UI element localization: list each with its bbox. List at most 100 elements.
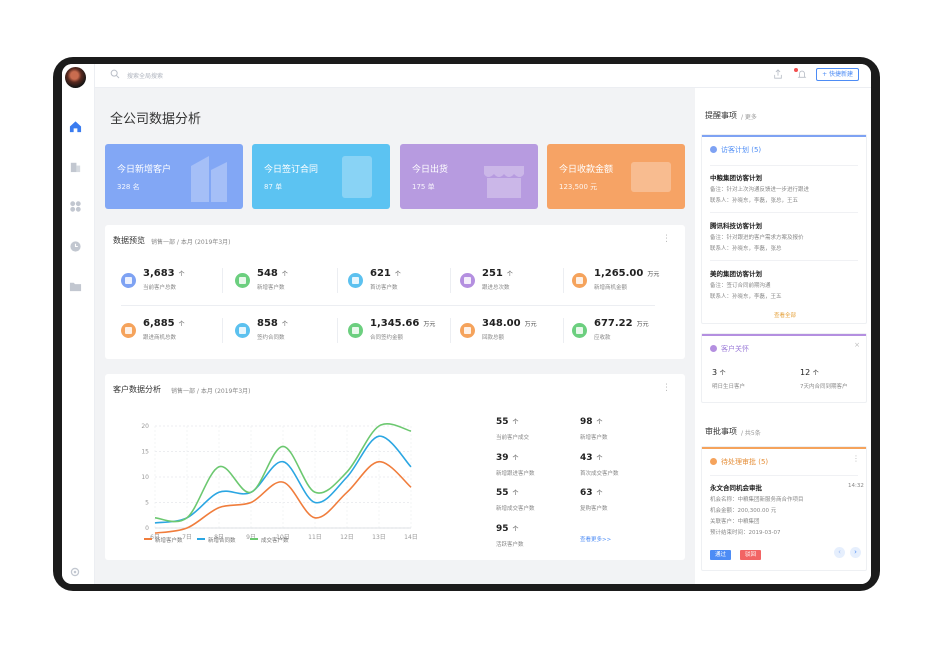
- stat-value: 677.22 万元: [594, 318, 649, 329]
- building-icon: [191, 156, 227, 202]
- app-screen: 搜索全局搜索 + 快捷新建 全公司数据分析 ▾ 今日新增客户 328 名 今日签…: [62, 64, 871, 584]
- folder-icon[interactable]: [68, 280, 82, 294]
- stat-icon: [235, 273, 250, 288]
- panel-subtitle: 销售一部 / 本月 (2019年3月): [151, 239, 231, 246]
- y-tick-label: 10: [141, 474, 149, 481]
- stat-label: 新增客户数: [257, 285, 285, 291]
- divider: [121, 305, 655, 306]
- building-icon[interactable]: [68, 160, 82, 174]
- stat-receivables[interactable]: 677.22 万元 应收款: [572, 318, 682, 348]
- search-icon[interactable]: [110, 69, 120, 82]
- stat-label: 合同签约金额: [370, 335, 404, 341]
- approve-button[interactable]: 通过: [710, 550, 732, 560]
- more-options-icon[interactable]: ⋮: [662, 234, 671, 244]
- stat-contract-amount[interactable]: 1,345.66 万元 合同签约金额: [348, 318, 456, 348]
- card-payments[interactable]: 今日收款金额 123,500 元: [547, 144, 685, 209]
- stat-label: 新增商机金额: [594, 285, 628, 291]
- y-tick-label: 15: [141, 449, 149, 456]
- clock-icon[interactable]: [68, 240, 82, 254]
- visit-item-title[interactable]: 中粮集团访客计划: [710, 172, 762, 182]
- y-tick-label: 20: [141, 423, 149, 430]
- stat-value: 348.00 万元: [482, 318, 537, 329]
- stat-contracts[interactable]: 858 个 签约合同数: [235, 318, 343, 348]
- visit-plan-header: 访客计划 (5): [710, 145, 761, 155]
- close-icon[interactable]: ×: [854, 341, 860, 349]
- view-all-link[interactable]: 查看全部: [774, 311, 796, 319]
- reminders-more-link[interactable]: / 更多: [741, 112, 757, 121]
- stat-value: 548 个: [257, 268, 288, 279]
- card-shipments[interactable]: 今日出货 175 单: [400, 144, 538, 209]
- sidebar: [62, 64, 95, 584]
- x-tick-label: 13日: [372, 534, 386, 541]
- stat-label: 首访客户数: [370, 285, 398, 291]
- card-signed-contracts[interactable]: 今日签订合同 87 单: [252, 144, 390, 209]
- visit-plan-card: 访客计划 (5) 中粮集团访客计划 备注：针对上次沟通反馈进一步进行跟进 联系人…: [701, 134, 867, 324]
- share-icon[interactable]: [773, 69, 783, 82]
- stat-value: 6,885 个: [143, 318, 185, 329]
- x-tick-label: 12日: [340, 534, 354, 541]
- avatar[interactable]: [65, 67, 86, 88]
- approval-time: 14:32: [848, 483, 864, 489]
- heart-icon: [710, 345, 717, 352]
- stat-value: 1,265.00 万元: [594, 268, 660, 279]
- stat-value: 251 个: [482, 268, 513, 279]
- stat-label: 跟进商机总数: [143, 335, 177, 341]
- panel-title: 数据预览: [113, 236, 145, 245]
- view-more-link[interactable]: 查看更多>>: [580, 535, 611, 543]
- settings-icon[interactable]: [68, 566, 82, 580]
- legend-item: 新增客户数: [144, 536, 183, 544]
- reject-button[interactable]: 驳回: [740, 550, 762, 560]
- stat-first-visit[interactable]: 621 个 首访客户数: [348, 268, 456, 298]
- card-title: 今日收款金额: [559, 165, 614, 175]
- x-tick-label: 11日: [308, 534, 322, 541]
- x-tick-label: 14日: [404, 534, 418, 541]
- calendar-icon: [710, 146, 717, 153]
- panel-title: 客户数据分析: [113, 385, 161, 394]
- divider: [563, 268, 564, 293]
- x-tick-label: 7日: [182, 534, 192, 541]
- chevron-left-icon[interactable]: ‹: [834, 547, 845, 558]
- card-value: 123,500 元: [559, 183, 598, 191]
- home-icon[interactable]: [68, 120, 82, 134]
- card-value: 175 单: [412, 183, 435, 191]
- divider: [337, 268, 338, 293]
- chevron-down-icon[interactable]: ▾: [195, 111, 199, 119]
- care-count: 12 个: [800, 368, 819, 377]
- stat-icon: [121, 273, 136, 288]
- approvals-count: / 共5条: [741, 430, 761, 437]
- apps-icon[interactable]: [68, 200, 82, 214]
- stat-value: 3,683 个: [143, 268, 185, 279]
- stat-payments[interactable]: 348.00 万元 回款总额: [460, 318, 568, 348]
- stat-icon: [121, 323, 136, 338]
- quick-create-button[interactable]: + 快捷新建: [816, 68, 859, 81]
- bell-icon[interactable]: [797, 69, 807, 82]
- card-title: 今日新增客户: [117, 165, 172, 175]
- stat-opportunities[interactable]: 6,885 个 跟进商机总数: [121, 318, 229, 348]
- stat-new-customers[interactable]: 548 个 新增客户数: [235, 268, 343, 298]
- search-input[interactable]: 搜索全局搜索: [127, 71, 163, 80]
- card-new-customers[interactable]: 今日新增客户 328 名: [105, 144, 243, 209]
- approval-item-title[interactable]: 永文合同机会审批: [710, 482, 762, 492]
- stat-icon: [572, 273, 587, 288]
- divider: [222, 318, 223, 343]
- stat-label: 签约合同数: [257, 335, 285, 341]
- stat-label: 应收款: [594, 335, 611, 341]
- more-options-icon[interactable]: ⋮: [852, 454, 860, 463]
- stat-icon: [348, 323, 363, 338]
- data-overview-panel: 数据预览 销售一部 / 本月 (2019年3月) ⋮ 3,683 个 当前客户总数…: [105, 225, 685, 359]
- reminders-title: 提醒事项: [705, 111, 737, 120]
- card-value: 87 单: [264, 183, 283, 191]
- device-frame: 搜索全局搜索 + 快捷新建 全公司数据分析 ▾ 今日新增客户 328 名 今日签…: [53, 57, 880, 591]
- stat-follow-ups[interactable]: 251 个 跟进总次数: [460, 268, 568, 298]
- stat-value: 858 个: [257, 318, 288, 329]
- card-title: 今日出货: [412, 165, 449, 175]
- visit-item-title[interactable]: 腾讯科技访客计划: [710, 220, 762, 230]
- stat-icon: [460, 273, 475, 288]
- legend-item: 新增合同数: [197, 536, 236, 544]
- visit-item-title[interactable]: 美的集团访客计划: [710, 268, 762, 278]
- stat-total-customers[interactable]: 3,683 个 当前客户总数: [121, 268, 229, 298]
- money-icon: [631, 162, 671, 192]
- more-options-icon[interactable]: ⋮: [662, 383, 671, 393]
- chevron-right-icon[interactable]: ›: [850, 547, 861, 558]
- stat-opportunity-amount[interactable]: 1,265.00 万元 新增商机金额: [572, 268, 682, 298]
